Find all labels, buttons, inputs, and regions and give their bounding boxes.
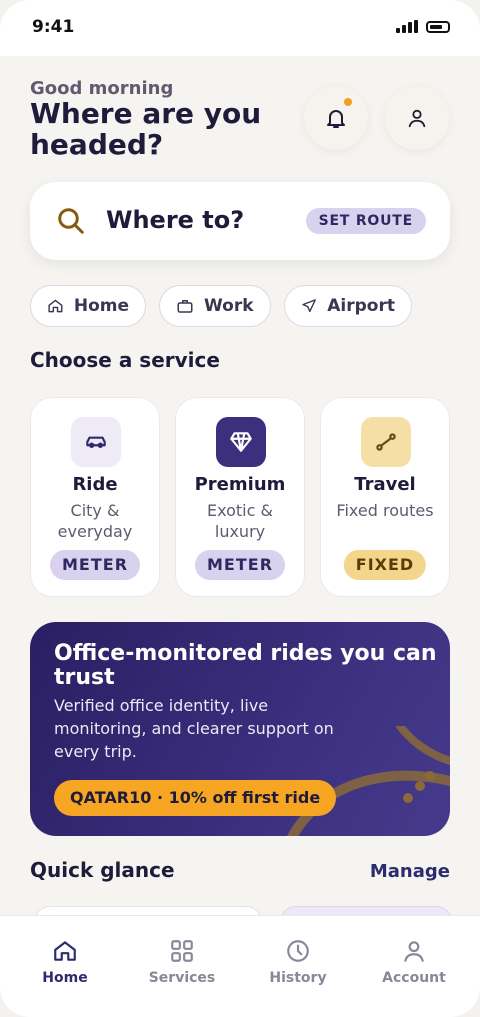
home-icon bbox=[48, 299, 63, 313]
greeting-text: Good morning bbox=[30, 78, 174, 99]
chip-label: Work bbox=[204, 296, 254, 316]
nav-history[interactable]: History bbox=[240, 938, 356, 986]
bell-icon bbox=[327, 110, 345, 128]
notification-dot bbox=[344, 98, 352, 106]
nav-label: History bbox=[269, 970, 327, 986]
services-section-title: Choose a service bbox=[30, 348, 220, 372]
nav-services[interactable]: Services bbox=[124, 938, 240, 986]
set-route-button[interactable]: SET ROUTE bbox=[305, 208, 426, 234]
promo-code-button[interactable]: QATAR10 · 10% off first ride bbox=[54, 780, 337, 816]
service-card-travel[interactable]: Travel Fixed routes FIXED bbox=[320, 397, 450, 597]
service-subtitle: City & everyday bbox=[57, 501, 133, 541]
service-subtitle: Fixed routes bbox=[336, 501, 434, 520]
nav-label: Services bbox=[148, 970, 216, 986]
pricing-badge: METER bbox=[194, 550, 286, 580]
profile-button[interactable] bbox=[385, 86, 449, 150]
promo-body: Verified office identity, live monitorin… bbox=[54, 696, 334, 761]
status-time: 9:41 bbox=[32, 17, 75, 37]
chip-label: Airport bbox=[327, 296, 395, 316]
chip-airport[interactable]: Airport bbox=[284, 285, 412, 327]
service-card-premium[interactable]: Premium Exotic & luxury METER bbox=[175, 397, 305, 597]
clock-icon bbox=[287, 940, 309, 962]
nav-label: Account bbox=[382, 970, 446, 986]
nav-home[interactable]: Home bbox=[7, 938, 123, 986]
nav-account[interactable]: Account bbox=[356, 938, 472, 986]
battery-icon bbox=[426, 20, 450, 33]
search-input[interactable]: Where to? bbox=[106, 206, 244, 234]
service-icon-bg bbox=[361, 417, 411, 467]
route-icon bbox=[376, 433, 396, 451]
car-icon bbox=[86, 436, 106, 448]
grid-icon bbox=[171, 940, 193, 962]
page-title: Where are you headed? bbox=[30, 97, 262, 161]
app-screen: 9:41 Good morning Where are you headed? … bbox=[0, 0, 480, 1017]
service-card-ride[interactable]: Ride City & everyday METER bbox=[30, 397, 160, 597]
chip-home[interactable]: Home bbox=[30, 285, 146, 327]
chip-label: Home bbox=[73, 296, 129, 316]
promo-title: Office-monitored rides you can trust bbox=[54, 641, 437, 690]
notifications-button[interactable] bbox=[304, 86, 368, 150]
service-title: Premium bbox=[194, 474, 286, 495]
manage-link[interactable]: Manage bbox=[370, 861, 450, 882]
bottom-nav: Home Services History Account bbox=[0, 915, 480, 1017]
status-icons bbox=[396, 20, 450, 33]
signal-icon bbox=[396, 20, 418, 33]
home-icon bbox=[54, 941, 76, 961]
service-icon-bg bbox=[71, 417, 121, 467]
service-title: Travel bbox=[354, 474, 416, 495]
service-subtitle: Exotic & luxury bbox=[207, 501, 273, 541]
user-icon bbox=[404, 941, 424, 962]
service-title: Ride bbox=[72, 474, 118, 495]
user-icon bbox=[408, 109, 426, 128]
quick-glance-title: Quick glance bbox=[30, 858, 175, 882]
chip-work[interactable]: Work bbox=[159, 285, 271, 327]
nav-label: Home bbox=[42, 970, 88, 986]
pricing-badge: FIXED bbox=[343, 550, 427, 580]
search-icon bbox=[58, 208, 84, 234]
briefcase-icon bbox=[177, 300, 193, 313]
diamond-icon bbox=[230, 432, 252, 452]
promo-banner[interactable]: Office-monitored rides you can trust Ver… bbox=[30, 622, 450, 836]
plane-icon bbox=[302, 299, 316, 313]
pricing-badge: METER bbox=[49, 550, 141, 580]
search-bar[interactable]: Where to? SET ROUTE bbox=[30, 182, 450, 260]
status-bar: 9:41 bbox=[0, 0, 480, 56]
service-icon-bg bbox=[216, 417, 266, 467]
